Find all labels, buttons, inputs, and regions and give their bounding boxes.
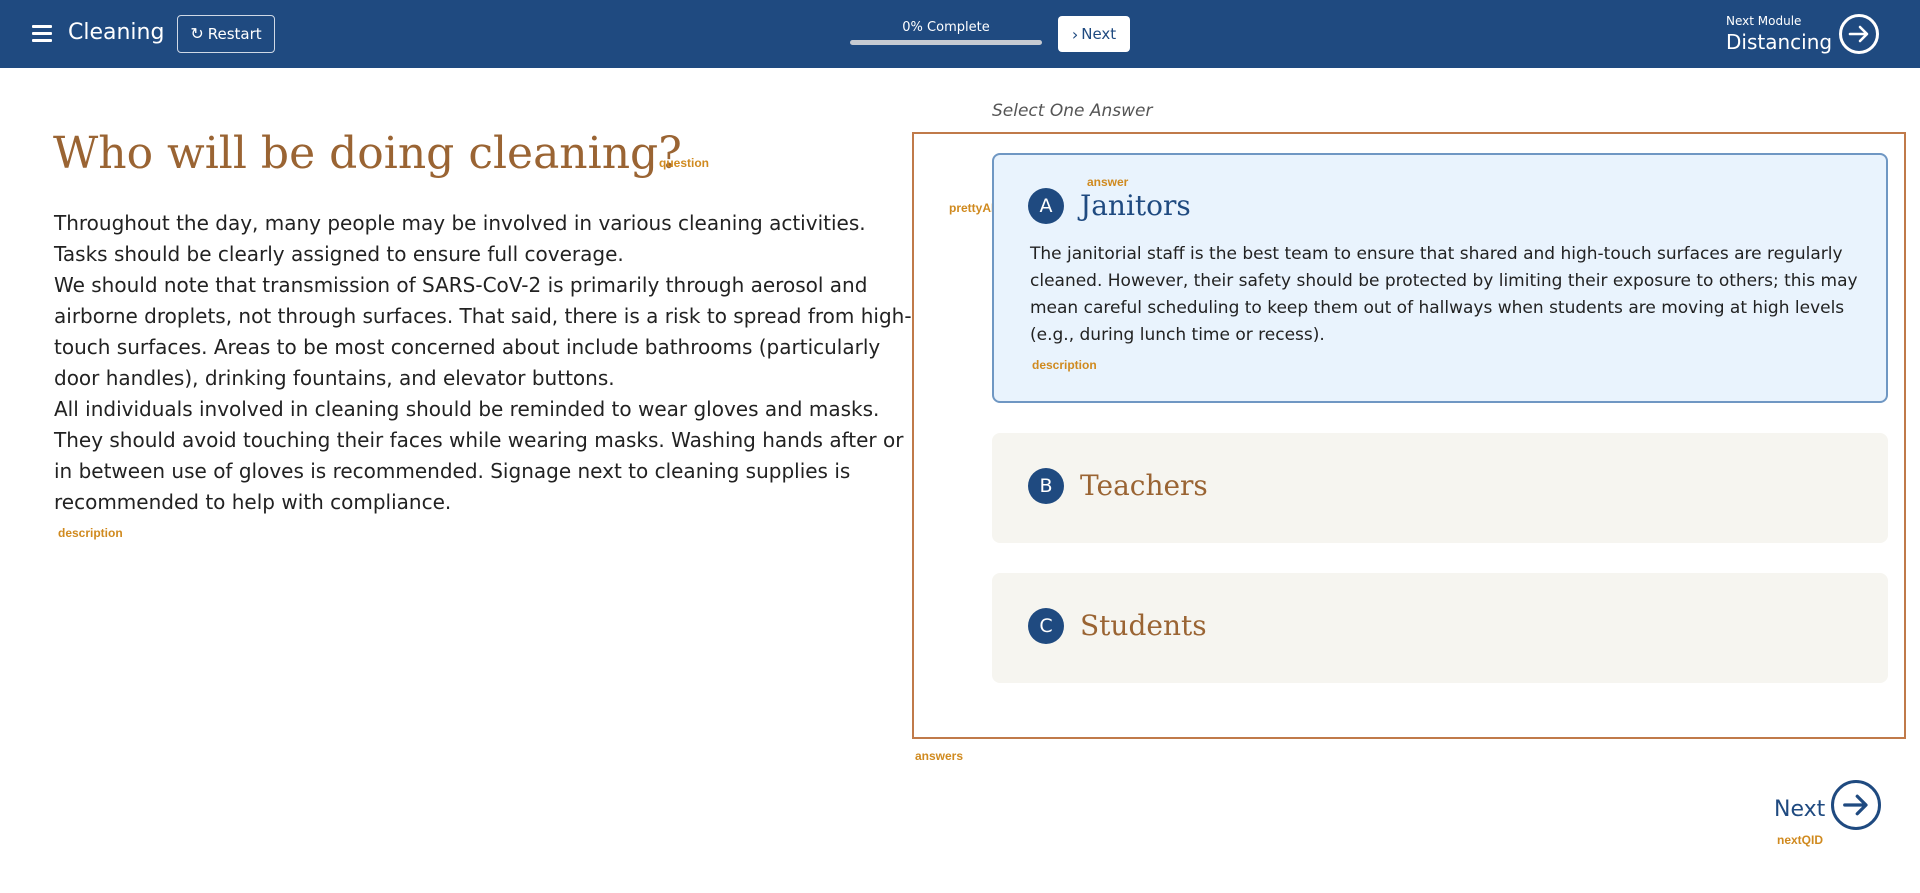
module-title: Cleaning	[68, 20, 165, 45]
answer-description: The janitorial staff is the best team to…	[1030, 244, 1858, 345]
next-module-link[interactable]: Next Module Distancing	[1726, 14, 1832, 54]
answer-option-a[interactable]: answer A Janitors The janitorial staff i…	[992, 153, 1888, 403]
question-description: Throughout the day, many people may be i…	[54, 208, 914, 518]
answer-tag: answer	[1087, 175, 1129, 189]
description-paragraph: We should note that transmission of SARS…	[54, 273, 912, 390]
restart-icon: ↻	[190, 24, 204, 43]
chevron-right-icon: ›	[1071, 24, 1079, 44]
answer-option-b[interactable]: B Teachers	[992, 433, 1888, 543]
answer-letter-badge: B	[1028, 468, 1064, 504]
header-next-label: Next	[1081, 25, 1117, 43]
description-paragraph: Throughout the day, many people may be i…	[54, 211, 866, 266]
next-module-arrow-icon[interactable]	[1839, 14, 1879, 54]
select-one-answer-label: Select One Answer	[992, 101, 1153, 121]
restart-button[interactable]: ↻ Restart	[177, 15, 275, 53]
answer-option-c[interactable]: C Students	[992, 573, 1888, 683]
question-title: Who will be doing cleaning?	[53, 128, 682, 179]
top-bar: Cleaning ↻ Restart 0% Complete › Next Ne…	[0, 0, 1920, 68]
progress-bar	[850, 40, 1042, 45]
next-module-name: Distancing	[1726, 30, 1833, 54]
answer-description-tag: description	[1032, 358, 1097, 372]
answer-letter-badge: A	[1028, 188, 1064, 224]
arrow-right-circle-icon	[1831, 780, 1881, 830]
answer-title: Students	[1080, 609, 1207, 642]
header-next-button[interactable]: › Next	[1058, 16, 1130, 52]
hamburger-menu-icon[interactable]	[32, 23, 54, 43]
next-module-label: Next Module	[1726, 14, 1802, 28]
progress-label: 0% Complete	[902, 20, 990, 35]
question-tag: question	[659, 156, 709, 170]
restart-label: Restart	[207, 25, 262, 43]
progress-indicator: 0% Complete	[850, 20, 1042, 45]
answer-letter-badge: C	[1028, 608, 1064, 644]
bottom-next-label: Next	[1774, 797, 1826, 822]
answers-tag: answers	[915, 749, 964, 763]
answer-title: Teachers	[1080, 469, 1208, 502]
description-paragraph: All individuals involved in cleaning sho…	[54, 397, 904, 514]
description-tag: description	[58, 526, 123, 540]
answer-title: Janitors	[1080, 189, 1191, 222]
next-qid-tag: nextQID	[1777, 833, 1824, 847]
